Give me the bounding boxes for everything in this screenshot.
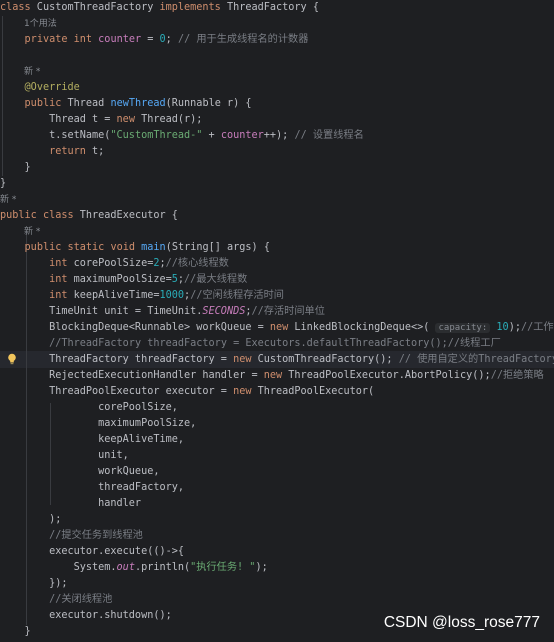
code-line: private int counter = 0; // 用于生成线程名的计数器 <box>24 34 309 45</box>
code-line: ThreadFactory threadFactory = new Custom… <box>0 354 554 365</box>
code-line: BlockingDeque<Runnable> workQueue = new … <box>0 322 554 333</box>
code-line: } <box>0 178 7 189</box>
code-line: maximumPoolSize, <box>0 418 197 429</box>
code-editor[interactable]: class CustomThreadFactory implements Thr… <box>0 0 554 642</box>
code-line: int maximumPoolSize=5;//最大线程数 <box>49 274 248 285</box>
code-line: //关闭线程池 <box>49 594 113 605</box>
code-line: keepAliveTime, <box>0 434 185 445</box>
code-line: public class ThreadExecutor { <box>0 210 178 221</box>
code-line: executor.execute(()->{ <box>0 546 185 557</box>
code-line: handler <box>0 498 142 509</box>
code-line: workQueue, <box>0 466 160 477</box>
lightbulb-icon[interactable] <box>7 353 17 365</box>
code-line: ); <box>0 514 62 525</box>
code-line: ThreadPoolExecutor executor = new Thread… <box>0 386 375 397</box>
code-line: class CustomThreadFactory implements Thr… <box>0 2 319 13</box>
code-line: executor.shutdown(); <box>0 610 172 621</box>
code-line: TimeUnit unit = TimeUnit.SECONDS;//存活时间单… <box>0 306 325 317</box>
usage-hint: 新 * <box>24 67 41 77</box>
watermark: CSDN @loss_rose777 <box>383 614 540 631</box>
code-line: corePoolSize, <box>0 402 178 413</box>
code-line: unit, <box>0 450 129 461</box>
code-line: } <box>0 626 31 637</box>
code-line: } <box>0 162 31 173</box>
code-line: threadFactory, <box>0 482 185 493</box>
code-line: int keepAliveTime=1000;//空闲线程存活时间 <box>49 290 284 301</box>
code-line: RejectedExecutionHandler handler = new T… <box>0 370 544 381</box>
code-line: Thread t = new Thread(r); <box>0 114 203 125</box>
code-line: int corePoolSize=2;//核心线程数 <box>49 258 229 269</box>
usage-hint: 新 * <box>24 227 41 237</box>
code-line: public static void main(String[] args) { <box>24 242 270 253</box>
code-line: System.out.println("执行任务! "); <box>0 562 268 573</box>
usage-hint: 新 * <box>0 195 17 205</box>
code-line: }); <box>0 578 68 589</box>
code-line: //提交任务到线程池 <box>49 530 143 541</box>
code-line: t.setName("CustomThread-" + counter++); … <box>0 130 364 141</box>
usage-hint: 1个用法 <box>24 19 57 29</box>
code-line: return t; <box>49 146 105 157</box>
code-line: //ThreadFactory threadFactory = Executor… <box>49 338 501 349</box>
code-line: @Override <box>24 82 80 93</box>
code-line: public Thread newThread(Runnable r) { <box>24 98 252 109</box>
